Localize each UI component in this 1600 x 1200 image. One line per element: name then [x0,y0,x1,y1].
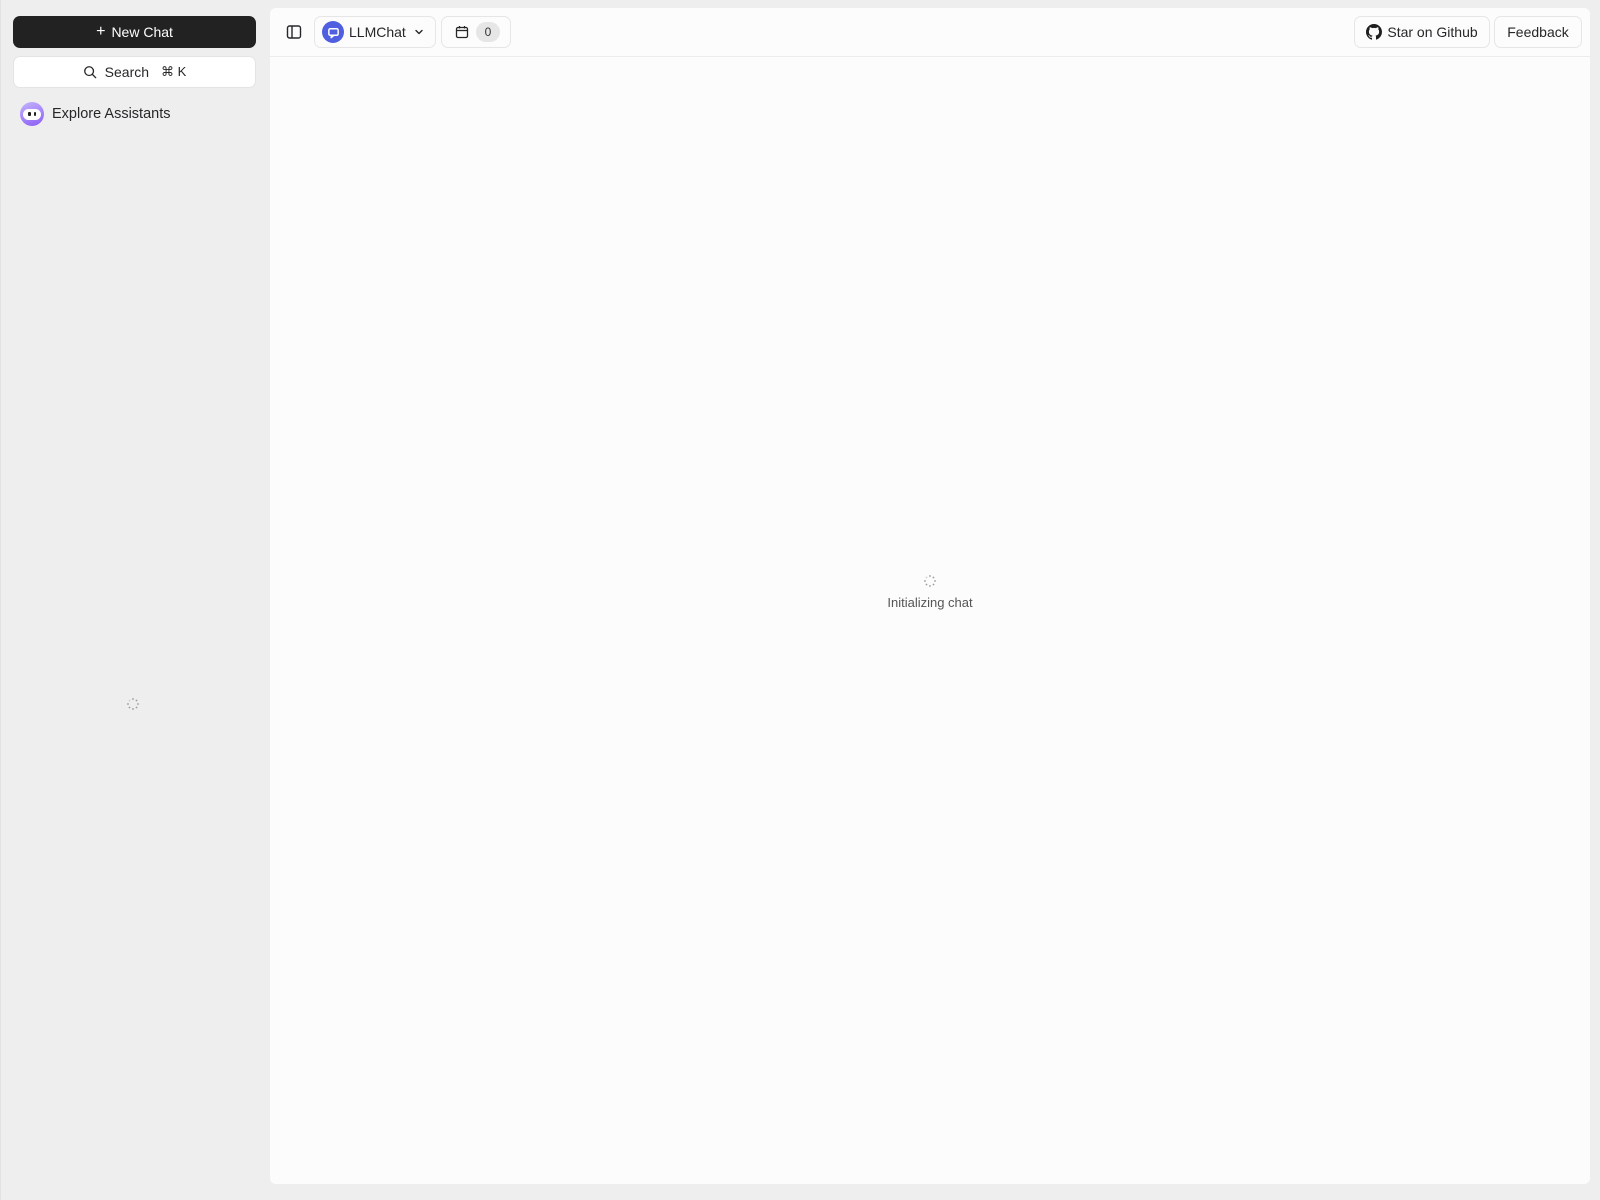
loading-spinner-icon [127,698,139,710]
loading-state: Initializing chat [270,575,1590,610]
sidebar: + New Chat Search ⌘ K Explore Assistants [0,0,268,1200]
sidebar-item-explore-assistants[interactable]: Explore Assistants [20,102,170,126]
github-label: Star on Github [1387,24,1478,40]
calendar-count-badge: 0 [476,22,500,42]
chat-panel: LLMChat 0 Star on Github Feedback Initia… [270,8,1590,1184]
new-chat-button[interactable]: + New Chat [13,16,256,48]
top-bar: LLMChat 0 Star on Github Feedback [270,8,1590,57]
calendar-icon [455,26,469,39]
feedback-button[interactable]: Feedback [1494,16,1582,48]
status-text: Initializing chat [887,595,973,610]
search-shortcut: ⌘ K [161,64,187,79]
search-icon [83,66,97,79]
model-name: LLMChat [349,24,406,40]
sidebar-toggle-icon[interactable] [286,24,302,40]
star-on-github-button[interactable]: Star on Github [1354,16,1490,48]
search-label: Search [104,64,150,80]
bot-avatar-icon [20,102,44,126]
chevron-down-icon [415,29,423,35]
model-selector[interactable]: LLMChat [314,16,436,48]
search-button[interactable]: Search ⌘ K [13,56,256,88]
sidebar-item-label: Explore Assistants [52,106,171,122]
model-logo-icon [322,21,344,43]
new-chat-label: New Chat [111,24,173,40]
plus-icon: + [96,23,106,40]
github-icon [1366,24,1383,40]
loading-spinner-icon [924,575,936,587]
feedback-label: Feedback [1507,24,1569,40]
calendar-button[interactable]: 0 [441,16,511,48]
